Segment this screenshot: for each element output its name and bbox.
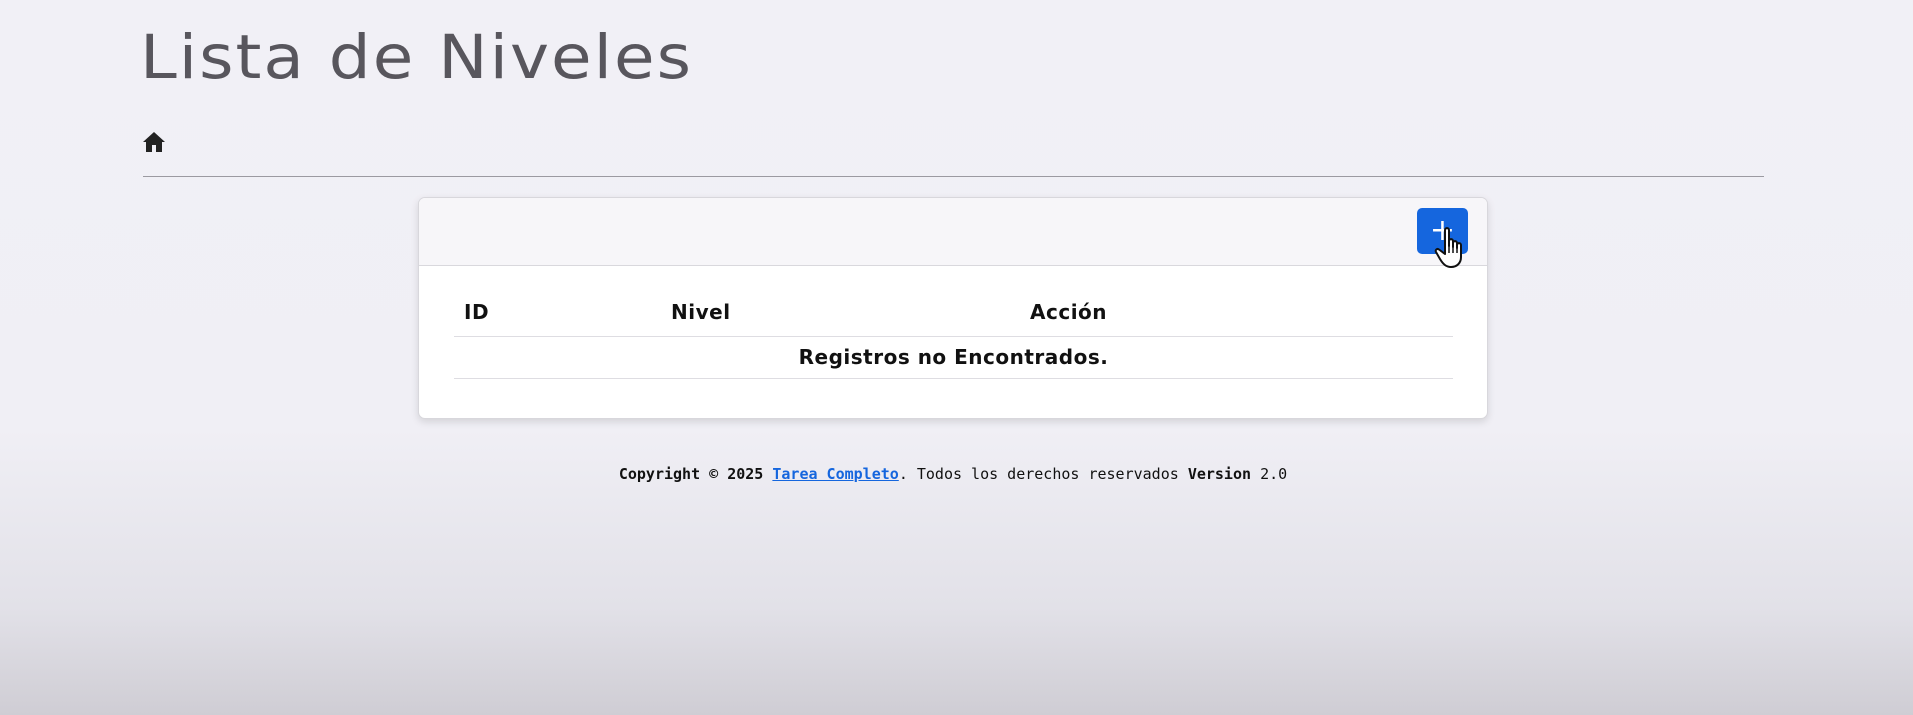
footer: Copyright © 2025 Tarea Completo. Todos l… <box>0 465 1906 483</box>
levels-table: ID Nivel Acción Registros no Encontrados… <box>454 288 1453 379</box>
footer-copyright: Copyright © 2025 <box>618 465 764 483</box>
page-title: Lista de Niveles <box>140 22 693 93</box>
footer-rights: . Todos los derechos reservados <box>898 465 1179 483</box>
footer-version-value: 2.0 <box>1260 465 1288 483</box>
footer-link[interactable]: Tarea Completo <box>772 465 898 483</box>
column-header-id: ID <box>454 288 661 337</box>
column-header-accion: Acción <box>1020 288 1453 337</box>
add-level-button[interactable]: + <box>1417 208 1468 254</box>
levels-card: + ID Nivel Acción Registros no Encontrad… <box>418 197 1488 419</box>
home-icon[interactable] <box>142 130 166 154</box>
header-divider <box>143 176 1764 177</box>
column-header-nivel: Nivel <box>661 288 1020 337</box>
table-header-row: ID Nivel Acción <box>454 288 1453 337</box>
card-header: + <box>419 198 1487 268</box>
table-row: Registros no Encontrados. <box>454 336 1453 379</box>
empty-message: Registros no Encontrados. <box>454 336 1453 379</box>
footer-version-label: Version <box>1187 465 1252 483</box>
